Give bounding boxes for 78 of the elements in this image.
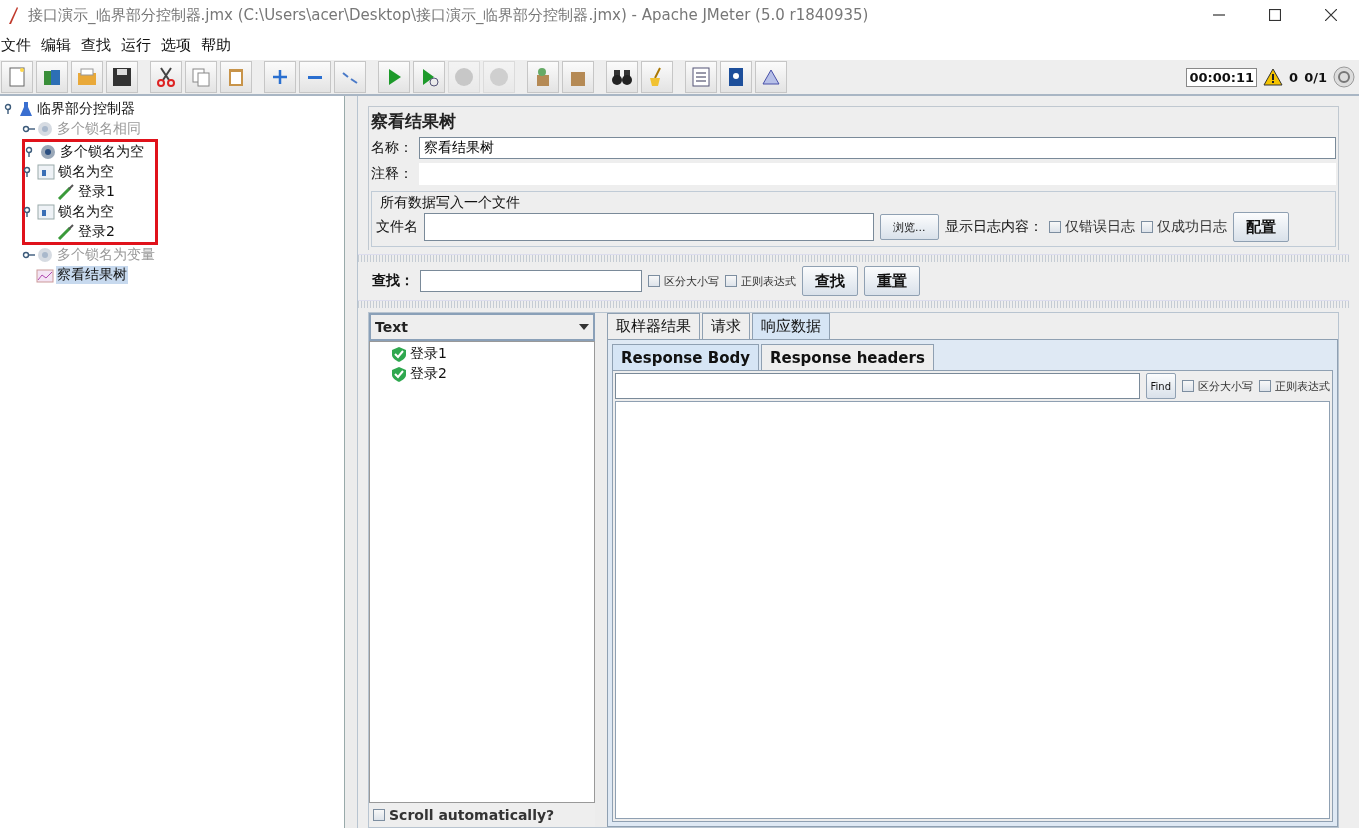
pipette-icon (57, 184, 75, 200)
controller-icon (37, 204, 55, 220)
find-field[interactable] (615, 373, 1140, 399)
toolbar-button[interactable] (720, 61, 752, 93)
chart-icon (36, 267, 54, 283)
result-item[interactable]: 登录2 (410, 365, 447, 383)
warning-icon[interactable] (1263, 68, 1284, 86)
tree-item[interactable]: 察看结果树 (56, 266, 128, 284)
field-label: 文件名 (376, 218, 418, 236)
tree-item[interactable]: 锁名为空 (57, 163, 115, 181)
flask-icon (18, 101, 34, 117)
tab[interactable]: Response headers (760, 344, 934, 370)
tree-item[interactable]: 登录1 (77, 183, 116, 201)
menu-item[interactable]: 选项 (160, 35, 197, 55)
tree-item[interactable]: 临界部分控制器 (36, 100, 136, 118)
menu-item[interactable]: 查找 (80, 35, 117, 55)
panel-title: 察看结果树 (371, 110, 457, 133)
thread-count: 0/1 (1304, 69, 1327, 85)
checkbox-label: 正则表达式 (741, 273, 796, 289)
search-button[interactable]: 查找 (802, 266, 858, 296)
search-field[interactable] (420, 270, 642, 292)
tab[interactable]: Response Body (612, 344, 759, 370)
warning-count: 0 (1289, 69, 1299, 85)
toolbar-button[interactable] (106, 61, 138, 93)
checkbox-label: 区分大小写 (664, 273, 719, 289)
tree-item[interactable]: 登录2 (77, 223, 116, 241)
document-icon (6, 66, 28, 88)
field-label: 查找： (372, 272, 414, 290)
folder-icon (76, 66, 98, 88)
tab[interactable]: 请求 (702, 313, 750, 339)
browse-button[interactable]: 浏览... (880, 214, 939, 240)
checkbox-label: 正则表达式 (1275, 378, 1330, 394)
search-button[interactable]: 重置 (864, 266, 920, 296)
menu-item[interactable]: 帮助 (200, 35, 237, 55)
window-title: 接口演示_临界部分控制器.jmx (C:\Users\acer\Desktop\接口演示_临界部分控制器.jmx) - Apache JMeter (5.0 r1840935) (28, 5, 870, 25)
tree-item[interactable]: 锁名为空 (57, 203, 115, 221)
minus-icon (308, 75, 322, 79)
checkbox[interactable] (1048, 221, 1061, 233)
field-label: 显示日志内容： (944, 218, 1043, 236)
field-label: 注释： (371, 165, 413, 183)
configure-button[interactable]: 配置 (1232, 212, 1289, 242)
scroll-option-label: Scroll automatically? (389, 807, 555, 823)
menu-item[interactable]: 运行 (120, 35, 157, 55)
stop-icon (453, 66, 475, 88)
checkbox-label: 仅成功日志 (1156, 218, 1227, 236)
checkbox[interactable] (1259, 380, 1271, 392)
name-field[interactable]: 察看结果树 (419, 137, 1336, 159)
controller-icon (37, 164, 55, 180)
checkbox-label: 仅错误日志 (1064, 218, 1135, 236)
toolbar-button[interactable] (150, 61, 182, 93)
checkbox[interactable] (1140, 221, 1153, 233)
stop-icon (488, 66, 510, 88)
tab[interactable]: 取样器结果 (607, 313, 700, 339)
toolbar-button[interactable] (606, 61, 638, 93)
list-icon (690, 66, 712, 88)
menu-item[interactable]: 编辑 (40, 35, 77, 55)
field-label: 名称： (371, 139, 413, 157)
remote-status-icon (1333, 66, 1355, 88)
checkbox-label: 区分大小写 (1198, 378, 1253, 394)
tab[interactable]: 响应数据 (752, 313, 830, 339)
menu-item[interactable]: 文件 (0, 35, 37, 55)
elapsed-timer: 00:00:11 (1186, 67, 1258, 87)
checkbox[interactable] (1182, 380, 1194, 392)
checkbox[interactable] (725, 275, 737, 287)
checkbox[interactable] (373, 809, 385, 821)
tree-item[interactable]: 多个锁名为空 (59, 143, 145, 161)
find-button[interactable]: Find (1145, 373, 1176, 399)
checkbox[interactable] (648, 275, 660, 287)
close-icon[interactable] (1325, 9, 1337, 21)
maximize-icon[interactable] (1269, 9, 1281, 21)
renderer-dropdown[interactable]: Text (369, 313, 595, 341)
caret-icon (579, 324, 589, 330)
scissors-icon (155, 66, 177, 88)
group-title: 所有数据写入一个文件 (378, 194, 522, 212)
filename-field[interactable] (424, 213, 874, 241)
pipette-icon (57, 224, 75, 240)
result-item[interactable]: 登录1 (410, 345, 447, 363)
copy-icon (190, 66, 212, 88)
